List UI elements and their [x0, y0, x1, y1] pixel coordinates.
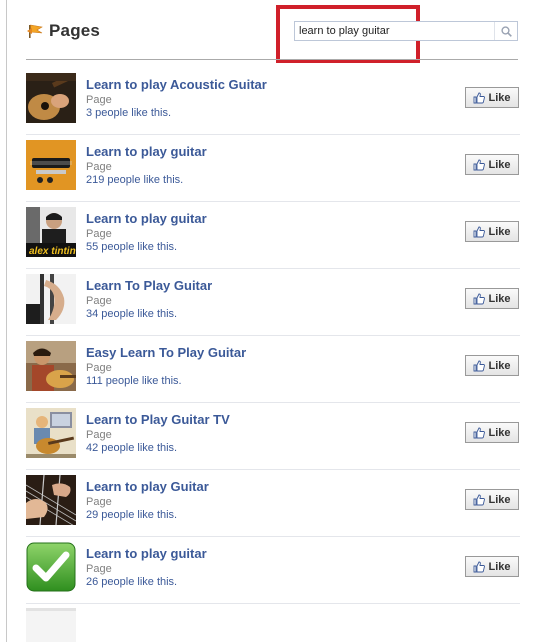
thumbs-up-icon — [474, 494, 486, 505]
page-type: Page — [86, 295, 112, 307]
result-info: Learn to Play Guitar TV Page 42 people l… — [86, 412, 230, 455]
page-type: Page — [86, 429, 112, 441]
list-item: Learn To Play Guitar Page 34 people like… — [26, 269, 520, 336]
page-thumbnail[interactable] — [26, 408, 76, 458]
result-info: Learn to play guitar Page 219 people lik… — [86, 144, 207, 187]
thumbs-up-icon — [474, 226, 486, 237]
like-button[interactable]: Like — [465, 221, 519, 242]
result-info: Learn to play guitar Page 26 people like… — [86, 546, 207, 589]
like-button[interactable]: Like — [465, 422, 519, 443]
page-name-link[interactable]: Learn to play guitar — [86, 546, 207, 562]
list-item: alex tintin Learn to play guitar Page 55… — [26, 202, 520, 269]
page-type: Page — [86, 228, 112, 240]
like-count: 3 people like this. — [86, 107, 171, 119]
like-count: 55 people like this. — [86, 241, 178, 253]
electric-guitar-photo — [26, 140, 76, 190]
partial-thumbnail — [26, 604, 76, 642]
page-thumbnail[interactable] — [26, 274, 76, 324]
like-count: 42 people like this. — [86, 442, 178, 454]
magnifier-icon — [500, 25, 512, 37]
search-box — [294, 21, 518, 41]
like-label: Like — [488, 225, 511, 238]
list-item: Learn to play Guitar Page 29 people like… — [26, 470, 520, 537]
page-name-link[interactable]: Learn to Play Guitar TV — [86, 412, 230, 428]
like-count: 219 people like this. — [86, 174, 184, 186]
page-type: Page — [86, 362, 112, 374]
fretboard-closeup-photo — [26, 475, 76, 525]
like-label: Like — [488, 560, 511, 573]
like-button[interactable]: Like — [465, 154, 519, 175]
page-type: Page — [86, 94, 112, 106]
like-count: 34 people like this. — [86, 308, 178, 320]
list-item: Easy Learn To Play Guitar Page 111 peopl… — [26, 336, 520, 403]
svg-text:alex tintin: alex tintin — [29, 246, 76, 257]
like-button[interactable]: Like — [465, 355, 519, 376]
page-thumbnail[interactable] — [26, 73, 76, 123]
page-name-link[interactable]: Easy Learn To Play Guitar — [86, 345, 246, 361]
page-name-link[interactable]: Learn to play Acoustic Guitar — [86, 77, 267, 93]
like-button[interactable]: Like — [465, 87, 519, 108]
list-item: Learn to play Acoustic Guitar Page 3 peo… — [26, 68, 520, 135]
thumbs-up-icon — [474, 427, 486, 438]
like-label: Like — [488, 359, 511, 372]
acoustic-guitar-photo — [26, 73, 76, 123]
list-item: Learn to play guitar Page 219 people lik… — [26, 135, 520, 202]
page-thumbnail[interactable] — [26, 140, 76, 190]
like-count: 111 people like this. — [86, 375, 182, 387]
thumbs-up-icon — [474, 92, 486, 103]
page-thumbnail[interactable] — [26, 341, 76, 391]
thumbs-up-icon — [474, 360, 486, 371]
page-name-link[interactable]: Learn to play guitar — [86, 144, 207, 160]
page-thumbnail[interactable] — [26, 475, 76, 525]
results-list: Learn to play Acoustic Guitar Page 3 peo… — [26, 68, 520, 604]
page-name-link[interactable]: Learn to play guitar — [86, 211, 207, 227]
thumbs-up-icon — [474, 159, 486, 170]
search-input[interactable] — [295, 22, 494, 40]
result-info: Learn to play guitar Page 55 people like… — [86, 211, 207, 254]
page-name-link[interactable]: Learn to play Guitar — [86, 479, 209, 495]
guitar-tv-illustration — [26, 408, 76, 458]
like-label: Like — [488, 91, 511, 104]
like-label: Like — [488, 292, 511, 305]
like-label: Like — [488, 493, 511, 506]
guitarist-photo — [26, 341, 76, 391]
search-button[interactable] — [494, 22, 517, 40]
page-title: Pages — [49, 21, 101, 40]
guitar-chord-hand-photo — [26, 274, 76, 324]
like-label: Like — [488, 158, 511, 171]
page-thumbnail[interactable] — [26, 542, 76, 592]
page-name-link[interactable]: Learn To Play Guitar — [86, 278, 212, 294]
flag-icon — [27, 24, 43, 38]
page-thumbnail[interactable]: alex tintin — [26, 207, 76, 257]
like-button[interactable]: Like — [465, 556, 519, 577]
result-info: Easy Learn To Play Guitar Page 111 peopl… — [86, 345, 246, 388]
like-count: 26 people like this. — [86, 576, 178, 588]
page-type: Page — [86, 161, 112, 173]
header-divider — [26, 59, 518, 60]
list-item: Learn to play guitar Page 26 people like… — [26, 537, 520, 604]
like-label: Like — [488, 426, 511, 439]
result-info: Learn To Play Guitar Page 34 people like… — [86, 278, 212, 321]
list-item: Learn to Play Guitar TV Page 42 people l… — [26, 403, 520, 470]
like-count: 29 people like this. — [86, 509, 178, 521]
like-button[interactable]: Like — [465, 288, 519, 309]
green-checkmark-icon — [26, 542, 76, 592]
pages-header: Pages — [26, 18, 100, 44]
thumbs-up-icon — [474, 293, 486, 304]
left-border — [6, 0, 7, 642]
result-info: Learn to play Guitar Page 29 people like… — [86, 479, 209, 522]
page-type: Page — [86, 563, 112, 575]
alex-tintin-photo: alex tintin — [26, 207, 76, 257]
page-type: Page — [86, 496, 112, 508]
like-button[interactable]: Like — [465, 489, 519, 510]
result-info: Learn to play Acoustic Guitar Page 3 peo… — [86, 77, 267, 120]
thumbs-up-icon — [474, 561, 486, 572]
